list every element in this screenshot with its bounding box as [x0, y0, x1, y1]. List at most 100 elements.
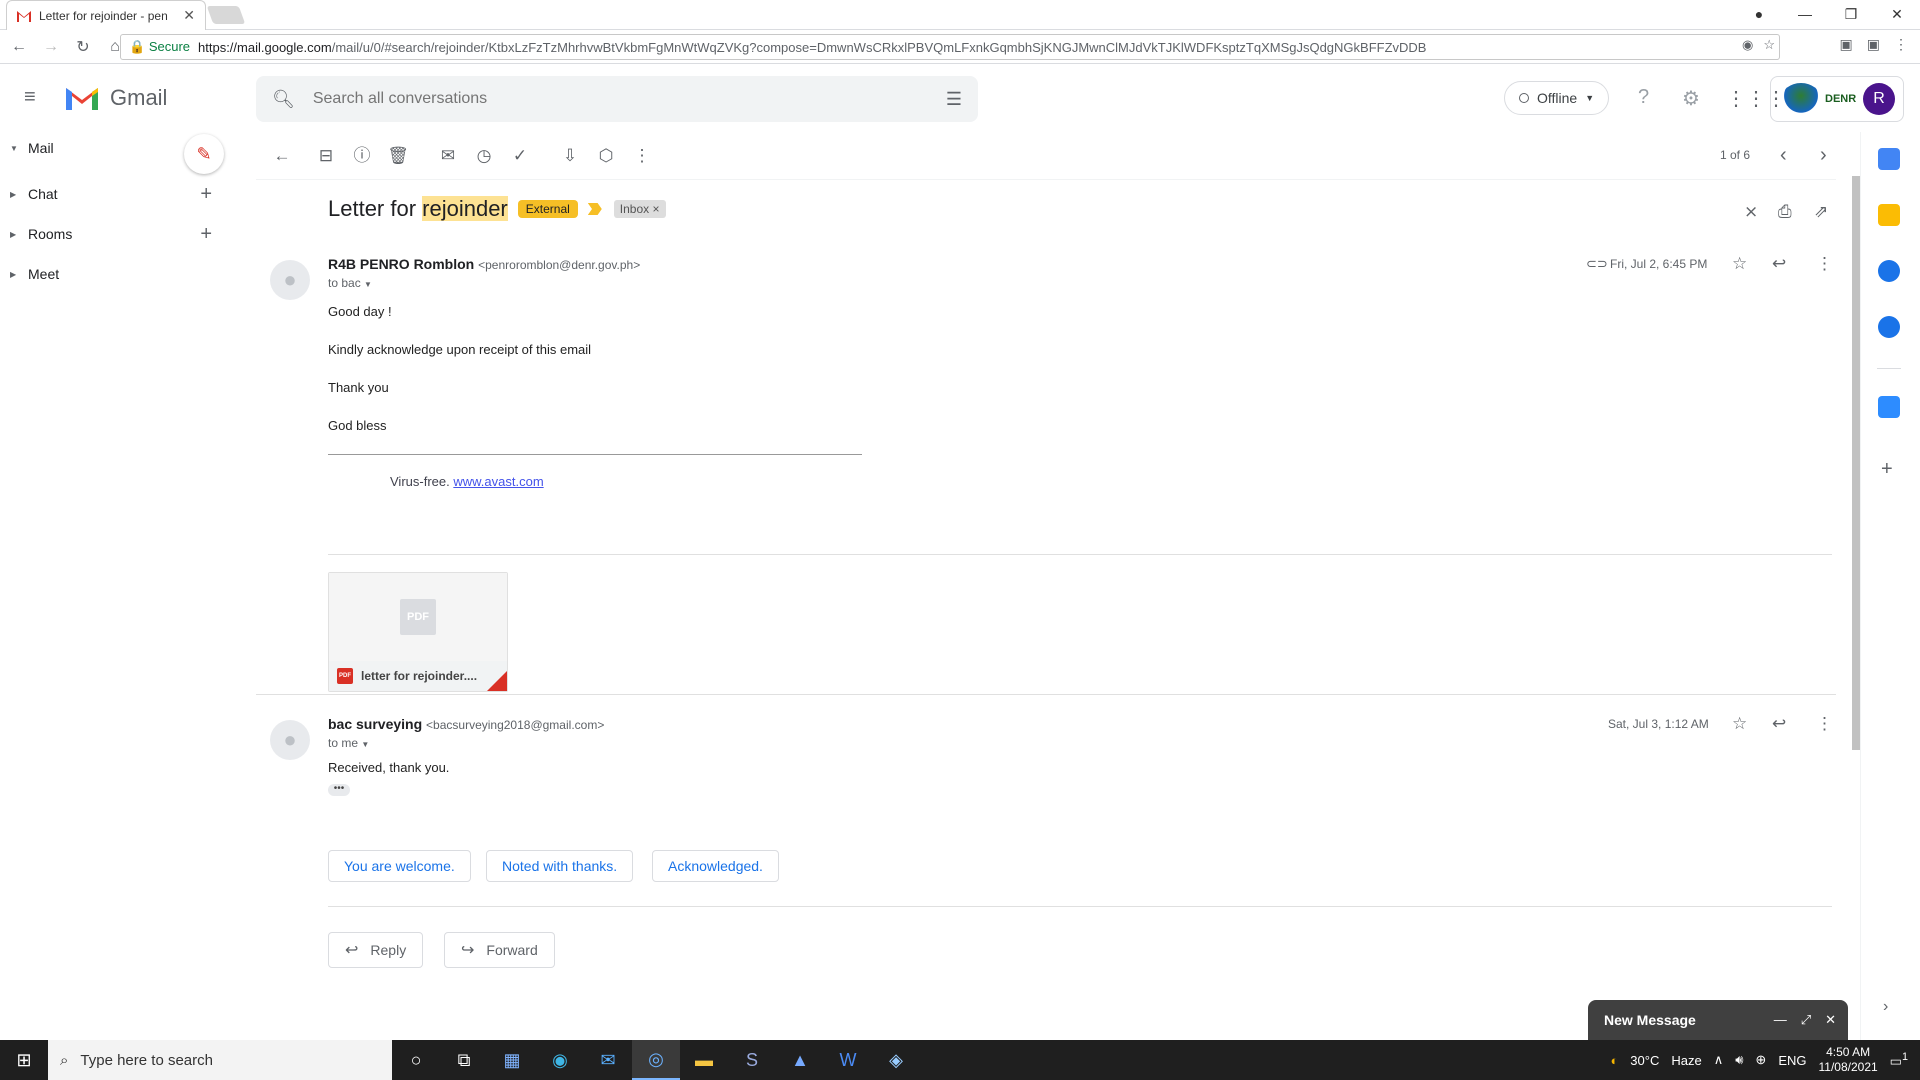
inbox-label[interactable]: Inbox ×	[613, 200, 666, 218]
status-dropdown[interactable]: Offline ▼	[1504, 81, 1610, 115]
add-addon-icon[interactable]: +	[1881, 458, 1893, 481]
chevron-up-icon[interactable]: ∧	[1714, 1052, 1724, 1068]
snooze-icon[interactable]: ◷	[472, 144, 496, 168]
fullscreen-icon[interactable]: ⤢	[1801, 1012, 1811, 1028]
edge-icon[interactable]: ◉	[536, 1040, 584, 1080]
avast-link[interactable]: www.avast.com	[453, 474, 543, 489]
search-icon[interactable]: 🔍︎	[272, 89, 295, 110]
forward-icon[interactable]: →	[38, 38, 64, 56]
open-new-window-icon[interactable]: ⇗	[1814, 202, 1828, 222]
smart-reply-button[interactable]: Acknowledged.	[652, 850, 779, 882]
network-icon[interactable]: ⊕	[1755, 1052, 1766, 1068]
avatar[interactable]: R	[1863, 83, 1895, 115]
notifications-icon[interactable]: ▭1	[1890, 1051, 1908, 1069]
volume-icon[interactable]: 🔊︎	[1735, 1052, 1743, 1068]
app-scanner-icon[interactable]: ◈	[872, 1040, 920, 1080]
mail-icon[interactable]: ✉	[584, 1040, 632, 1080]
restore-icon[interactable]: ❐	[1828, 6, 1874, 23]
newer-icon[interactable]: ‹	[1780, 144, 1787, 167]
help-icon[interactable]: ?	[1638, 86, 1649, 109]
sidebar-item-meet[interactable]: ▶ Meet	[0, 258, 230, 290]
report-spam-icon[interactable]: ⓘ	[350, 144, 374, 168]
caret-down-icon[interactable]: ▼	[10, 144, 22, 153]
caret-right-icon[interactable]: ▶	[10, 190, 22, 199]
new-tab-button[interactable]	[206, 6, 246, 24]
file-explorer-icon[interactable]: ▬	[680, 1040, 728, 1080]
add-room-icon[interactable]: +	[200, 223, 212, 246]
label-icon[interactable]: ⬡	[594, 144, 618, 168]
reply-icon[interactable]: ↩	[1772, 714, 1786, 734]
calendar-icon[interactable]	[1878, 148, 1900, 170]
account-switcher[interactable]: DENR R	[1770, 76, 1904, 122]
sender-name[interactable]: R4B PENRO Romblon	[328, 256, 474, 272]
star-icon[interactable]: ☆	[1732, 254, 1747, 274]
close-icon[interactable]: ✕	[1825, 1012, 1836, 1028]
expand-panel-icon[interactable]: ›	[1883, 998, 1888, 1016]
word-icon[interactable]: W	[824, 1040, 872, 1080]
url-field[interactable]: 🔒 Secure https://mail.google.com/mail/u/…	[120, 34, 1780, 60]
archive-icon[interactable]: ⊟	[314, 144, 338, 168]
clock[interactable]: 4:50 AM 11/08/2021	[1819, 1045, 1878, 1075]
store-icon[interactable]: ▦	[488, 1040, 536, 1080]
search-bar[interactable]: 🔍︎ ☰	[256, 76, 978, 122]
sidebar-item-chat[interactable]: ▶ Chat +	[0, 178, 230, 210]
taskbar-search[interactable]: ⌕ Type here to search	[48, 1040, 392, 1080]
more-options-icon[interactable]: ⋮	[630, 144, 654, 168]
extension-c-icon[interactable]: ▣	[1840, 36, 1853, 53]
keep-icon[interactable]	[1878, 204, 1900, 226]
show-trimmed-content-button[interactable]: •••	[328, 784, 350, 796]
app-s-icon[interactable]: S	[728, 1040, 776, 1080]
language-indicator[interactable]: ENG	[1778, 1053, 1806, 1068]
message-more-icon[interactable]: ⋮	[1816, 254, 1833, 274]
close-window-icon[interactable]: ✕	[1874, 6, 1920, 23]
task-view-icon[interactable]: ⧉	[440, 1040, 488, 1080]
secure-indicator[interactable]: 🔒 Secure	[129, 39, 190, 55]
gmail-logo[interactable]: Gmail	[64, 84, 167, 112]
chrome-icon[interactable]: ◎	[632, 1040, 680, 1080]
close-tab-icon[interactable]: ✕	[183, 7, 195, 24]
tasks-icon[interactable]	[1878, 260, 1900, 282]
contacts-icon[interactable]	[1878, 316, 1900, 338]
back-icon[interactable]: ←	[6, 38, 32, 56]
reply-button[interactable]: ↩ Reply	[328, 932, 424, 968]
weather-text[interactable]: Haze	[1671, 1053, 1701, 1068]
attachment-card[interactable]: PDF PDF letter for rejoinder....	[328, 572, 508, 692]
star-icon[interactable]: ☆	[1732, 714, 1747, 734]
collapse-all-icon[interactable]: ⨯	[1744, 202, 1758, 222]
remove-label-icon[interactable]: ×	[653, 202, 660, 216]
caret-right-icon[interactable]: ▶	[10, 270, 22, 279]
cortana-icon[interactable]: ○	[392, 1040, 440, 1080]
back-to-list-icon[interactable]: ←	[270, 144, 294, 168]
new-message-popup[interactable]: New Message — ⤢ ✕	[1588, 1000, 1848, 1040]
recipients-toggle[interactable]: to bac ▼	[328, 276, 372, 290]
sender-name[interactable]: bac surveying	[328, 716, 422, 732]
recipients-toggle[interactable]: to me ▼	[328, 736, 369, 750]
add-task-icon[interactable]: ✓	[508, 144, 532, 168]
bookmark-star-icon[interactable]: ☆	[1763, 37, 1775, 53]
zoom-addon-icon[interactable]	[1878, 396, 1900, 418]
main-menu-icon[interactable]: ≡	[24, 86, 46, 108]
scrollbar[interactable]	[1852, 176, 1860, 750]
forward-button[interactable]: ↪ Forward	[444, 932, 555, 968]
caret-right-icon[interactable]: ▶	[10, 230, 22, 239]
add-chat-icon[interactable]: +	[200, 183, 212, 206]
browser-menu-icon[interactable]: ⋮	[1894, 36, 1908, 53]
print-icon[interactable]: ⎙	[1778, 202, 1792, 222]
compose-button[interactable]: ✎	[184, 134, 224, 174]
profile-icon[interactable]: ●	[1736, 6, 1782, 22]
delete-icon[interactable]: 🗑︎	[386, 144, 410, 168]
minimize-icon[interactable]: —	[1774, 1012, 1787, 1028]
eye-icon[interactable]: ◉	[1742, 37, 1753, 53]
gear-icon[interactable]: ⚙	[1682, 86, 1700, 111]
smart-reply-button[interactable]: You are welcome.	[328, 850, 471, 882]
older-icon[interactable]: ›	[1820, 144, 1827, 167]
search-input[interactable]	[312, 90, 946, 108]
important-marker-icon[interactable]	[587, 203, 602, 215]
search-options-icon[interactable]: ☰	[946, 89, 962, 110]
smart-reply-button[interactable]: Noted with thanks.	[486, 850, 634, 882]
weather-icon[interactable]: ◐	[1610, 1053, 1618, 1068]
minimize-icon[interactable]: —	[1782, 6, 1828, 22]
sidebar-item-rooms[interactable]: ▶ Rooms +	[0, 218, 230, 250]
extension-i-icon[interactable]: ▣	[1867, 36, 1880, 53]
reload-icon[interactable]: ↻	[70, 37, 96, 57]
